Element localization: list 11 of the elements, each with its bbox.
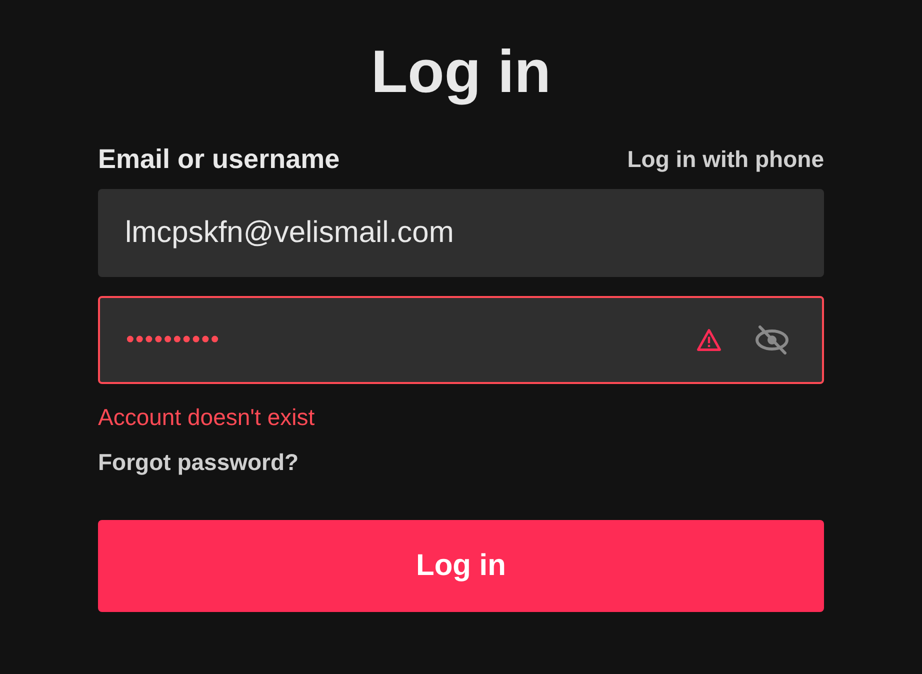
page-title: Log in — [371, 37, 551, 107]
email-field[interactable]: lmcpskfn@velismail.com — [98, 189, 824, 277]
error-message: Account doesn't exist — [98, 404, 316, 431]
password-field[interactable]: •••••••••• — [98, 296, 824, 384]
eye-icon[interactable] — [754, 325, 790, 355]
field-label: Email or username — [98, 144, 340, 175]
forgot-password-link[interactable]: Forgot password? — [98, 449, 299, 476]
phone-login-link[interactable]: Log in with phone — [627, 146, 824, 173]
warning-icon — [696, 328, 722, 352]
password-value: •••••••••• — [126, 326, 222, 354]
login-button[interactable]: Log in — [98, 520, 824, 612]
